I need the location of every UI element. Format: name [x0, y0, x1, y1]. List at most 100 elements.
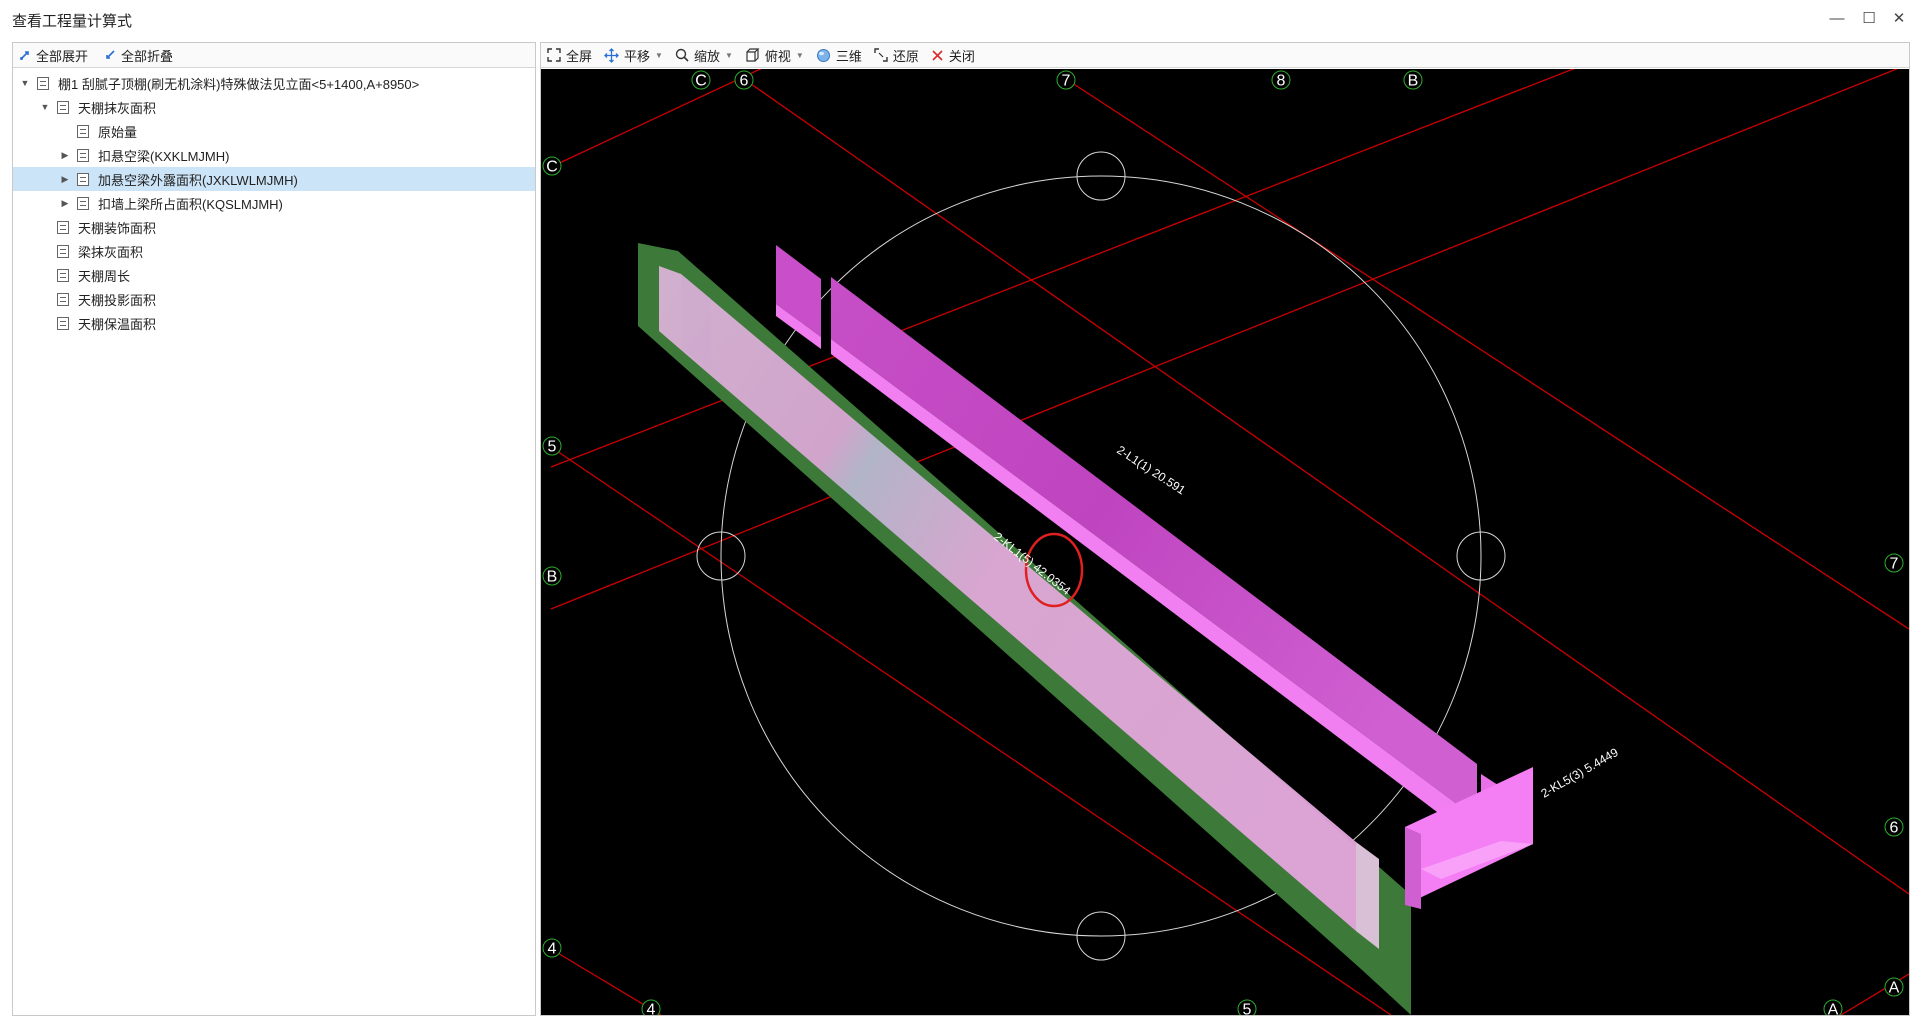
fullscreen-button[interactable]: 全屏 [547, 46, 592, 65]
chevron-down-icon[interactable]: ▼ [655, 51, 663, 60]
tree-item-label: 加悬空梁外露面积(JXKLWLMJMH) [98, 172, 298, 188]
document-icon [77, 196, 89, 210]
collapse-all-button[interactable]: 全部折叠 [104, 46, 173, 65]
tree-root-label: 棚1 刮腻子顶棚(刷无机涂料)特殊做法见立面<5+1400,A+8950> [58, 76, 420, 92]
document-icon [57, 316, 69, 330]
svg-text:6: 6 [1890, 820, 1899, 837]
three-d-label: 三维 [835, 48, 862, 64]
tree-toolbar: 全部展开 全部折叠 [13, 43, 535, 68]
window-title: 查看工程量计算式 [12, 13, 133, 30]
axis-line-7 [1065, 78, 1909, 630]
axis-marker-7-top[interactable]: 7 [1056, 70, 1076, 90]
axis-marker-4-bottom[interactable]: 4 [641, 999, 661, 1016]
expand-arrow-icon[interactable]: ▶ [59, 173, 71, 185]
minimize-button[interactable]: — [1826, 8, 1848, 30]
restore-button[interactable]: 还原 [874, 46, 919, 65]
axis-marker-c-left[interactable]: C [542, 156, 562, 176]
tree-item-ceiling-projection-area[interactable]: 天棚投影面积 [13, 287, 535, 311]
document-icon [77, 148, 89, 162]
fullscreen-icon [547, 48, 561, 62]
tree-item-ceiling-perimeter[interactable]: 天棚周长 [13, 263, 535, 287]
axis-marker-a-bottom[interactable]: A [1823, 999, 1843, 1016]
zoom-button[interactable]: 缩放 ▼ [675, 46, 733, 65]
axis-marker-5-bottom[interactable]: 5 [1237, 999, 1257, 1016]
expand-arrow-icon[interactable]: ▶ [59, 149, 71, 161]
top-view-label: 俯视 [764, 48, 791, 64]
expand-arrow-icon[interactable]: ▶ [59, 197, 71, 209]
axis-marker-c-top[interactable]: C [691, 70, 711, 90]
axis-marker-5-left[interactable]: 5 [542, 436, 562, 456]
maximize-button[interactable]: ☐ [1858, 8, 1880, 30]
tree-root[interactable]: ▼ 棚1 刮腻子顶棚(刷无机涂料)特殊做法见立面<5+1400,A+8950> [13, 71, 535, 95]
tree-item-ceiling-decoration-area[interactable]: 天棚装饰面积 [13, 215, 535, 239]
top-view-button[interactable]: 俯视 ▼ [745, 46, 804, 65]
document-icon [57, 100, 69, 114]
three-d-button[interactable]: 三维 [816, 46, 862, 65]
chevron-down-icon[interactable]: ▼ [725, 51, 733, 60]
axis-marker-8-top[interactable]: 8 [1271, 70, 1291, 90]
document-icon [77, 172, 89, 186]
tree-item-deduct-beam-on-wall[interactable]: ▶ 扣墙上梁所占面积(KQSLMJMH) [13, 191, 535, 215]
close-view-label: 关闭 [948, 48, 975, 64]
svg-text:5: 5 [548, 439, 557, 456]
document-icon [77, 124, 89, 138]
svg-text:7: 7 [1890, 556, 1899, 573]
tree-item-ceiling-plaster-area[interactable]: ▼ 天棚抹灰面积 [13, 95, 535, 119]
axis-marker-b-top[interactable]: B [1403, 70, 1423, 90]
beam-label-kl5[interactable]: 2-KL5(3) 5.4449 [1539, 745, 1621, 801]
axis-marker-b-left[interactable]: B [542, 566, 562, 586]
svg-text:7: 7 [1062, 73, 1071, 90]
tree-item-label: 天棚周长 [78, 268, 131, 284]
svg-text:6: 6 [740, 73, 749, 90]
beam-label-l1[interactable]: 2-L1(1) 20.591 [1114, 443, 1188, 498]
collapse-all-icon [106, 50, 115, 59]
chevron-down-icon[interactable]: ▼ [796, 51, 804, 60]
3d-viewport[interactable]: 2-L1(1) 20.591 2-KL1(5) 42.0354 2-KL5(3)… [541, 69, 1909, 1015]
axis-line-b [550, 69, 1575, 468]
document-icon [57, 220, 69, 234]
tree-item-label: 梁抹灰面积 [78, 244, 144, 260]
viewport-canvas[interactable]: 2-L1(1) 20.591 2-KL1(5) 42.0354 2-KL5(3)… [541, 69, 1909, 1015]
close-view-button[interactable]: 关闭 [931, 46, 975, 65]
axis-lines [550, 69, 1909, 1015]
tree-item-label: 天棚投影面积 [78, 292, 157, 308]
svg-text:B: B [547, 569, 558, 586]
beam-kl1-end-cap [1356, 842, 1379, 949]
axis-marker-6-top[interactable]: 6 [734, 70, 754, 90]
axis-marker-7-right[interactable]: 7 [1884, 553, 1904, 573]
tree-item-beam-plaster-area[interactable]: 梁抹灰面积 [13, 239, 535, 263]
tree-item-label: 扣悬空梁(KXKLMJMH) [98, 148, 230, 164]
svg-text:A: A [1889, 980, 1900, 997]
tree-item-original-quantity[interactable]: 原始量 [13, 119, 535, 143]
tree-item-deduct-suspended-beam[interactable]: ▶ 扣悬空梁(KXKLMJMH) [13, 143, 535, 167]
restore-icon [874, 48, 888, 62]
collapse-arrow-icon[interactable]: ▼ [39, 101, 51, 113]
document-icon [57, 292, 69, 306]
zoom-label: 缩放 [693, 48, 720, 64]
axis-marker-6-right[interactable]: 6 [1884, 817, 1904, 837]
collapse-arrow-icon[interactable]: ▼ [19, 77, 31, 89]
tree-item-ceiling-insulation-area[interactable]: 天棚保温面积 [13, 311, 535, 335]
pan-button[interactable]: 平移 ▼ [604, 46, 663, 65]
tree-item-add-suspended-beam-exposed[interactable]: ▶ 加悬空梁外露面积(JXKLWLMJMH) [13, 167, 535, 191]
svg-text:A: A [1828, 1002, 1839, 1016]
svg-text:5: 5 [1243, 1002, 1252, 1016]
expand-all-button[interactable]: 全部展开 [19, 46, 88, 65]
expand-all-icon [20, 51, 29, 60]
svg-text:4: 4 [548, 941, 557, 958]
formula-tree-panel: 全部展开 全部折叠 ▼ 棚1 刮腻子顶棚(刷无机涂料)特殊做法见立面<5+140… [12, 42, 536, 1016]
axis-marker-4-left[interactable]: 4 [542, 938, 562, 958]
svg-text:4: 4 [647, 1002, 656, 1016]
axis-marker-a-right[interactable]: A [1884, 977, 1904, 997]
svg-text:8: 8 [1277, 73, 1286, 90]
pan-icon [604, 47, 619, 63]
close-window-button[interactable]: ✕ [1888, 8, 1910, 30]
svg-text:C: C [546, 159, 558, 176]
formula-tree: ▼ 棚1 刮腻子顶棚(刷无机涂料)特殊做法见立面<5+1400,A+8950> … [13, 68, 535, 335]
axis-markers: C 6 7 8 B C 5 B 4 7 6 A 4 5 A [542, 70, 1904, 1016]
tree-item-label: 原始量 [98, 124, 138, 140]
tree-item-label: 天棚保温面积 [78, 316, 157, 332]
tree-item-label: 天棚抹灰面积 [78, 100, 157, 116]
tree-item-label: 扣墙上梁所占面积(KQSLMJMH) [98, 196, 283, 212]
document-icon [57, 244, 69, 258]
